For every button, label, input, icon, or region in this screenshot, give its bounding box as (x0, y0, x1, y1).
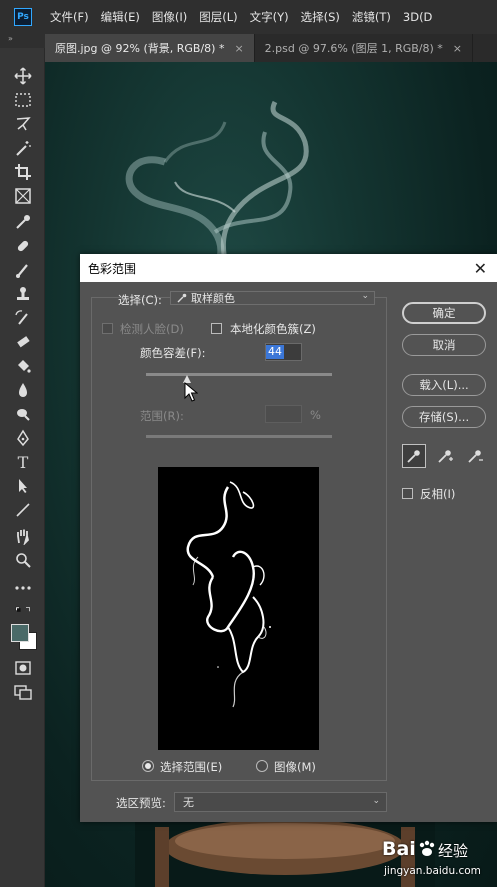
select-label: 选择(C): (118, 293, 162, 307)
selection-preview-label: 选区预览: (116, 796, 166, 810)
more-tools-icon[interactable] (13, 578, 33, 598)
menu-file[interactable]: 文件(F) (50, 9, 89, 25)
tab-2-psd[interactable]: 2.psd @ 97.6% (图层 1, RGB/8) * × (255, 34, 474, 62)
select-dropdown[interactable]: 取样颜色 ⌄ (170, 291, 375, 305)
range-unit: % (310, 408, 321, 422)
marquee-tool-icon[interactable] (13, 90, 33, 110)
screen-mode-icon[interactable] (13, 682, 33, 702)
tab-label: 原图.jpg @ 92% (背景, RGB/8) * (55, 42, 225, 55)
menu-type[interactable]: 文字(Y) (250, 9, 289, 25)
hand-tool-icon[interactable] (13, 526, 33, 546)
tab-label: 2.psd @ 97.6% (图层 1, RGB/8) * (264, 42, 443, 55)
detect-faces-label: 检测人脸(D) (120, 322, 184, 336)
paint-bucket-tool-icon[interactable] (13, 356, 33, 376)
chevron-down-icon: ⌄ (361, 291, 369, 301)
path-selection-tool-icon[interactable] (13, 476, 33, 496)
fuzziness-label: 颜色容差(F): (140, 346, 206, 360)
type-tool-icon[interactable]: T (13, 452, 33, 472)
tools-panel: T (0, 48, 45, 887)
pen-tool-icon[interactable] (13, 428, 33, 448)
close-icon[interactable]: × (234, 42, 243, 55)
watermark-text: 经验 (438, 842, 469, 860)
swap-colors-icon[interactable] (8, 600, 38, 620)
localized-clusters-label: 本地化颜色簇(Z) (230, 322, 316, 336)
move-tool-icon[interactable] (13, 66, 33, 86)
mouse-cursor-icon (184, 382, 198, 402)
fuzziness-input[interactable]: 44 (265, 343, 302, 361)
selection-radio[interactable] (142, 760, 154, 772)
eyedropper-add-icon[interactable] (433, 444, 457, 468)
menu-filter[interactable]: 滤镜(T) (352, 9, 391, 25)
image-radio[interactable] (256, 760, 268, 772)
clone-stamp-tool-icon[interactable] (13, 284, 33, 304)
photoshop-logo: Ps (14, 8, 32, 26)
range-label: 范围(R): (140, 409, 184, 423)
eyedropper-icon (177, 293, 187, 303)
paw-icon (419, 840, 435, 856)
eyedropper-tool-icon[interactable] (13, 212, 33, 232)
image-radio-label: 图像(M) (274, 760, 316, 774)
menu-image[interactable]: 图像(I) (152, 9, 187, 25)
fuzziness-value: 44 (266, 345, 284, 359)
ok-button[interactable]: 确定 (402, 302, 486, 324)
selection-preview-image[interactable] (158, 467, 319, 750)
color-swatches[interactable] (10, 623, 38, 651)
document-tab-bar: 原图.jpg @ 92% (背景, RGB/8) * × 2.psd @ 97.… (45, 34, 497, 62)
baidu-jingyan-watermark: Bai 经验 jingyan.baidu.com (380, 832, 497, 887)
invert-label: 反相(I) (420, 487, 456, 501)
dialog-title-bar[interactable]: 色彩范围 ✕ (80, 254, 497, 282)
eyedropper-sample-icon[interactable] (402, 444, 426, 468)
menu-bar: Ps 文件(F) 编辑(E) 图像(I) 图层(L) 文字(Y) 选择(S) 滤… (0, 0, 497, 34)
menu-3d[interactable]: 3D(D (403, 10, 433, 24)
select-value: 取样颜色 (191, 292, 235, 305)
lasso-tool-icon[interactable] (13, 114, 33, 134)
brush-tool-icon[interactable] (13, 260, 33, 280)
tab-original-jpg[interactable]: 原图.jpg @ 92% (背景, RGB/8) * × (45, 34, 255, 62)
menu-select[interactable]: 选择(S) (301, 9, 340, 25)
magic-wand-tool-icon[interactable] (13, 138, 33, 158)
save-button[interactable]: 存储(S)... (402, 406, 486, 428)
line-tool-icon[interactable] (13, 500, 33, 520)
watermark-url: jingyan.baidu.com (384, 865, 481, 877)
healing-brush-tool-icon[interactable] (13, 236, 33, 256)
cancel-button[interactable]: 取消 (402, 334, 486, 356)
color-range-dialog: 色彩范围 ✕ 选择(C): 取样颜色 ⌄ 检测人脸(D) 本地化颜色簇(Z) 颜… (80, 254, 497, 822)
chevron-down-icon: ⌄ (372, 796, 380, 806)
fuzziness-slider-track[interactable] (146, 373, 332, 376)
detect-faces-checkbox[interactable] (102, 323, 113, 334)
menu-edit[interactable]: 编辑(E) (101, 9, 140, 25)
eraser-tool-icon[interactable] (13, 332, 33, 352)
localized-clusters-checkbox[interactable] (211, 323, 222, 334)
close-icon[interactable]: ✕ (474, 259, 487, 278)
quick-mask-icon[interactable] (13, 658, 33, 678)
range-slider-track[interactable] (146, 435, 332, 438)
foreground-color-swatch[interactable] (11, 624, 29, 642)
crop-tool-icon[interactable] (13, 162, 33, 182)
invert-checkbox[interactable] (402, 488, 413, 499)
load-button[interactable]: 载入(L)... (402, 374, 486, 396)
smoke-mask-preview (186, 481, 271, 708)
selection-radio-label: 选择范围(E) (160, 760, 223, 774)
selection-preview-dropdown[interactable]: 无 ⌄ (174, 792, 387, 812)
close-icon[interactable]: × (453, 42, 462, 55)
dodge-tool-icon[interactable] (13, 404, 33, 424)
range-input[interactable] (265, 405, 302, 423)
menu-layer[interactable]: 图层(L) (199, 9, 237, 25)
eyedropper-subtract-icon[interactable] (463, 444, 487, 468)
history-brush-tool-icon[interactable] (13, 308, 33, 328)
toolbar-collapse-button[interactable]: » (0, 34, 45, 48)
selection-preview-value: 无 (183, 796, 194, 809)
frame-tool-icon[interactable] (13, 186, 33, 206)
dialog-title: 色彩范围 (88, 261, 137, 276)
blur-tool-icon[interactable] (13, 380, 33, 400)
baidu-logo: Bai (382, 838, 416, 860)
zoom-tool-icon[interactable] (13, 550, 33, 570)
